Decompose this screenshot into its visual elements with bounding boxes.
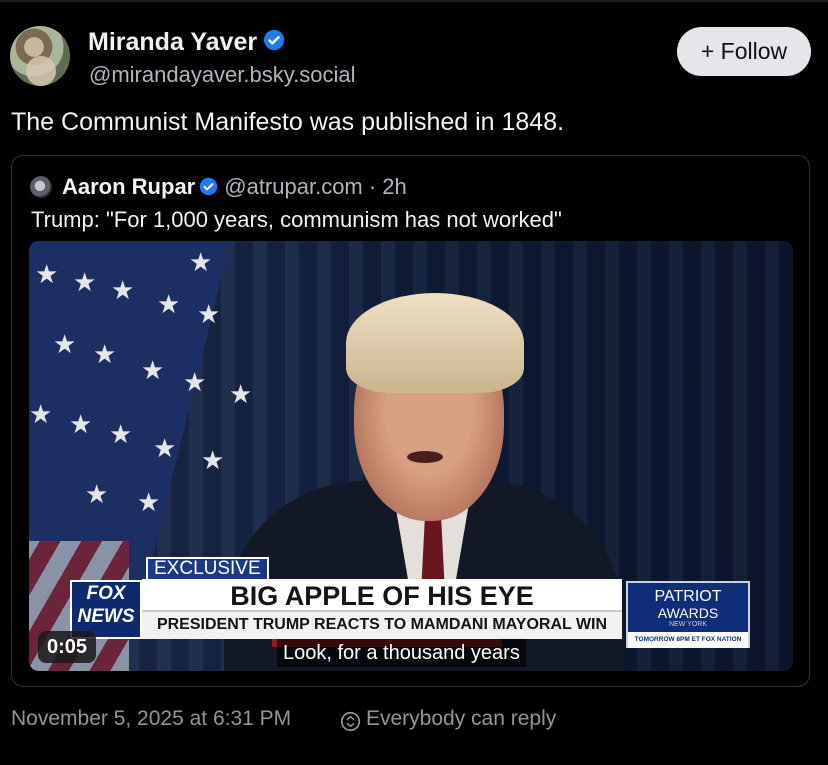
reply-setting[interactable]: Everybody can reply xyxy=(366,707,556,731)
speaker-mouth xyxy=(407,451,443,463)
reply-settings-icon xyxy=(340,711,361,732)
flag-star-icon: ★ xyxy=(137,487,161,517)
flag-star-icon: ★ xyxy=(141,355,165,385)
quoted-author-handle-time: @atrupar.com · 2h xyxy=(224,174,407,199)
post-text: The Communist Manifesto was published in… xyxy=(11,108,565,136)
flag-star-icon: ★ xyxy=(109,419,133,449)
post-date[interactable]: November 5, 2025 at 6:31 PM xyxy=(11,707,291,731)
top-divider xyxy=(0,0,828,2)
network-logo-bottom: NEWS xyxy=(77,606,135,627)
quoted-author-avatar[interactable] xyxy=(30,176,52,198)
quoted-author-name: Aaron Rupar xyxy=(62,174,196,199)
flag-star-icon: ★ xyxy=(157,289,181,319)
author-display-name[interactable]: Miranda Yaver xyxy=(88,28,285,57)
promo-subtitle: AWARDS xyxy=(657,605,719,621)
quoted-author-line[interactable]: Aaron Rupar @atrupar.com · 2h xyxy=(62,174,407,200)
flag-star-icon: ★ xyxy=(93,339,117,369)
flag-star-icon: ★ xyxy=(153,433,177,463)
network-logo-top: FOX xyxy=(86,583,126,604)
author-handle[interactable]: @mirandayaver.bsky.social xyxy=(89,62,355,88)
follow-button[interactable]: + Follow xyxy=(677,27,811,76)
speaker-hair xyxy=(346,293,524,393)
video-player[interactable]: ★ ★ ★ ★ ★ ★ ★ ★ ★ ★ ★ ★ ★ ★ ★ ★ ★ ★ EXCL… xyxy=(29,241,793,671)
promo-city: NEW YORK xyxy=(669,621,707,628)
promo-title: PATRIOT xyxy=(654,588,722,605)
quoted-post-card[interactable]: Aaron Rupar @atrupar.com · 2h Trump: "Fo… xyxy=(11,155,810,687)
chyron-banner: BIG APPLE OF HIS EYE PRESIDENT TRUMP REA… xyxy=(142,579,622,639)
quoted-verified-badge-icon xyxy=(200,177,218,195)
flag-star-icon: ★ xyxy=(189,247,213,277)
flag-star-icon: ★ xyxy=(85,479,109,509)
promo-graphic: PATRIOT AWARDS NEW YORK TOMORROW 8PM ET … xyxy=(626,581,750,648)
flag-star-icon: ★ xyxy=(69,409,93,439)
flag-star-icon: ★ xyxy=(201,445,225,475)
author-name-text: Miranda Yaver xyxy=(88,28,258,56)
video-timestamp: 0:05 xyxy=(38,631,97,663)
promo-footer: TOMORROW 8PM ET FOX NATION xyxy=(628,632,748,648)
verified-badge-icon xyxy=(264,30,285,51)
quoted-post-text: Trump: "For 1,000 years, communism has n… xyxy=(31,207,562,232)
flag-star-icon: ★ xyxy=(53,329,77,359)
chyron-subline: PRESIDENT TRUMP REACTS TO MAMDANI MAYORA… xyxy=(142,610,622,639)
video-caption: Look, for a thousand years xyxy=(277,639,526,667)
chyron-exclusive-tag: EXCLUSIVE xyxy=(146,557,269,581)
flag-star-icon: ★ xyxy=(111,275,135,305)
flag-star-icon: ★ xyxy=(183,367,207,397)
flag-star-icon: ★ xyxy=(197,299,221,329)
chyron-headline: BIG APPLE OF HIS EYE xyxy=(230,581,534,611)
author-avatar[interactable] xyxy=(10,26,70,86)
flag-star-icon: ★ xyxy=(29,399,53,429)
flag-star-icon: ★ xyxy=(35,259,59,289)
flag-star-icon: ★ xyxy=(73,267,97,297)
